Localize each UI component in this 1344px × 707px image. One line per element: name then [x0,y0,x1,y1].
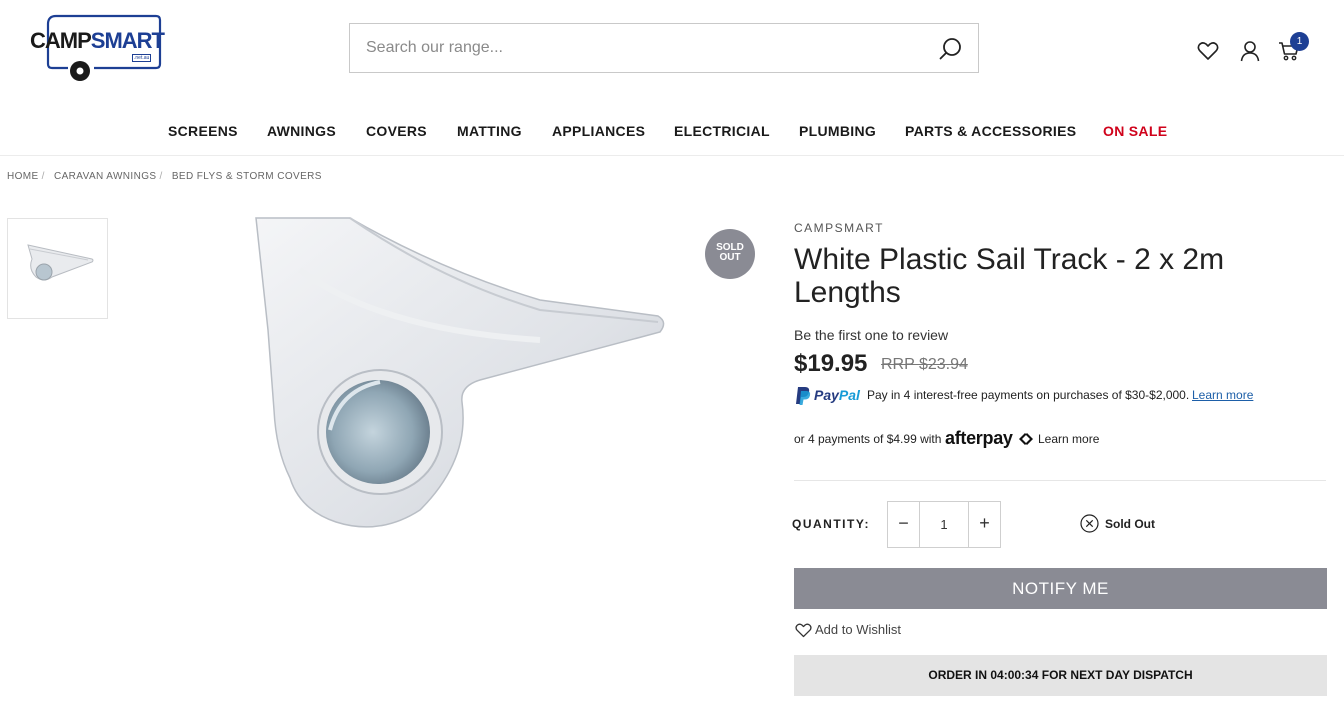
notify-me-button[interactable]: NOTIFY ME [794,568,1327,609]
section-divider [794,480,1326,481]
afterpay-text: or 4 payments of $4.99 with [794,432,942,446]
wishlist-label: Add to Wishlist [815,622,901,637]
nav-item-plumbing[interactable]: PLUMBING [799,123,876,139]
product-brand[interactable]: CAMPSMART [794,221,884,235]
cart-count-badge: 1 [1290,32,1309,51]
sold-out-badge: SOLD OUT [705,229,755,279]
nav-item-on-sale[interactable]: ON SALE [1103,123,1167,139]
quantity-decrease-button[interactable]: − [888,502,920,547]
sold-out-x-icon [1080,514,1099,533]
logo-wordmark: CAMPSMART [30,28,165,53]
product-main-image[interactable] [240,210,680,540]
paypal-learn-more-link[interactable]: Learn more [1192,388,1253,402]
paypal-icon [796,387,811,405]
nav-item-covers[interactable]: COVERS [366,123,427,139]
wishlist-heart-icon [795,623,812,638]
quantity-stepper: − + [887,501,1001,548]
heart-icon[interactable] [1197,40,1219,62]
product-thumbnail[interactable] [7,218,108,319]
afterpay-logo: afterpay [945,428,1013,448]
nav-item-parts-accessories[interactable]: PARTS & ACCESSORIES [905,123,1076,139]
breadcrumb-bed-flys[interactable]: BED FLYS & STORM COVERS [172,171,322,182]
search-icon[interactable] [938,36,964,62]
afterpay-arrows-icon [1019,433,1033,445]
product-price: $19.95 [794,350,868,377]
stock-status-text: Sold Out [1105,517,1155,531]
paypal-wordmark: PayPal [814,387,860,403]
nav-item-screens[interactable]: SCREENS [168,123,238,139]
quantity-label: QUANTITY: [792,517,870,531]
nav-item-appliances[interactable]: APPLIANCES [552,123,645,139]
site-header: CAMPSMART .net.au 1 [0,0,1344,100]
search-input[interactable] [350,24,920,72]
afterpay-learn-more-link[interactable]: Learn more [1038,432,1099,446]
breadcrumb-separator: / [41,171,45,182]
product-title: White Plastic Sail Track - 2 x 2m Length… [794,243,1225,309]
search-bar [349,23,979,73]
logo-domain: .net.au [132,54,152,62]
nav-item-matting[interactable]: MATTING [457,123,522,139]
user-icon[interactable] [1239,40,1261,62]
product-rrp: RRP $23.94 [881,356,968,373]
review-link[interactable]: Be the first one to review [794,327,948,343]
dispatch-countdown-banner: ORDER IN 04:00:34 FOR NEXT DAY DISPATCH [794,655,1327,696]
paypal-text: Pay in 4 interest-free payments on purch… [867,388,1190,402]
breadcrumb-home[interactable]: HOME [7,171,39,182]
breadcrumb-caravan-awnings[interactable]: CARAVAN AWNINGS [54,171,157,182]
campsmart-logo[interactable]: CAMPSMART .net.au [28,14,165,86]
main-nav: SCREENS AWNINGS COVERS MATTING APPLIANCE… [0,112,1344,156]
quantity-input[interactable] [920,502,968,547]
quantity-increase-button[interactable]: + [968,502,1000,547]
breadcrumb: HOME / CARAVAN AWNINGS / BED FLYS & STORM … [7,171,322,182]
nav-item-awnings[interactable]: AWNINGS [267,123,336,139]
breadcrumb-separator: / [159,171,163,182]
nav-item-electrical[interactable]: ELECTRICIAL [674,123,770,139]
